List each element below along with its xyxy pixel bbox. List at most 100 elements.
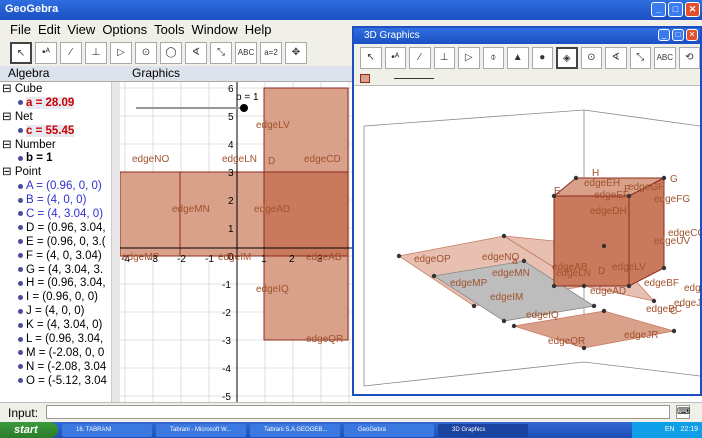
reflect-icon[interactable]: ⤡ [210,42,232,64]
circle-icon[interactable]: ⊙ [580,47,603,69]
algebra-item[interactable]: I = (0.96, 0, 0) [0,290,119,304]
3d-point[interactable] [661,175,667,181]
line-icon[interactable]: ⁄ [409,47,431,69]
reflect-icon[interactable]: ⤡ [629,47,652,69]
algebra-item[interactable]: H = (0.96, 3.04, [0,276,119,290]
3d-point[interactable] [651,298,657,304]
algebra-scrollbar[interactable] [111,82,120,402]
polygon-icon[interactable]: ▷ [458,47,480,69]
3d-graphics-window[interactable]: 3D Graphics _ □ ✕ ↖ •ᴬ ⁄ ⊥ ▷ ⌽ ▲ ● ◈ ⊙ ∢… [352,26,702,396]
menu-tools[interactable]: Tools [154,22,184,40]
3d-point[interactable] [581,283,587,289]
pyramid-icon[interactable]: ▲ [507,47,529,69]
taskbar-item[interactable]: 3D Graphics [438,423,528,437]
menu-options[interactable]: Options [102,22,147,40]
algebra-item[interactable]: B = (4, 0, 0) [0,193,119,207]
perpendicular-icon[interactable]: ⊥ [85,42,107,64]
visibility-dot-icon[interactable] [18,267,23,273]
visibility-dot-icon[interactable] [18,253,23,259]
3d-point[interactable] [501,318,507,324]
algebra-item[interactable]: E = (0.96, 0, 3.( [0,235,119,249]
collapse-icon[interactable]: ⊟ [2,83,15,95]
keyboard-icon[interactable]: ⌨ [676,405,690,419]
intersect-icon[interactable]: ⌽ [482,47,504,69]
menu-view[interactable]: View [67,22,95,40]
sphere-icon[interactable]: ● [531,47,553,69]
menu-file[interactable]: File [10,22,31,40]
visibility-dot-icon[interactable] [18,378,23,384]
3d-close-button[interactable]: ✕ [686,29,698,41]
3d-point[interactable] [511,323,517,329]
circle-3pt-icon[interactable]: ◯ [160,42,182,64]
graphics-view[interactable]: b = 1 -4 -3 -2 -1 1 2 3 6 5 4 3 2 1 0 -1 -2 -3 -4 -5 edgeL… [120,82,352,402]
circle-icon[interactable]: ⊙ [135,42,157,64]
line-style-icon[interactable] [394,78,434,79]
menu-window[interactable]: Window [191,22,237,40]
visibility-dot-icon[interactable] [18,280,23,286]
move-view-icon[interactable]: ✥ [285,42,307,64]
visibility-dot-icon[interactable] [18,225,23,231]
algebra-category[interactable]: ⊟ Point [0,165,119,179]
3d-minimize-button[interactable]: _ [658,29,670,41]
minimize-button[interactable]: _ [651,2,666,17]
move-icon[interactable]: ↖ [10,42,32,64]
collapse-icon[interactable]: ⊟ [2,139,15,151]
3d-maximize-button[interactable]: □ [672,29,684,41]
algebra-item[interactable]: J = (4, 0, 0) [0,304,119,318]
angle-icon[interactable]: ∢ [185,42,207,64]
taskbar-item[interactable]: Tabrani S.A GEOGEB... [250,423,340,437]
collapse-icon[interactable]: ⊟ [2,166,15,178]
taskbar-item[interactable]: Tabrani - Microsoft W... [156,423,246,437]
color-swatch-icon[interactable] [360,74,370,83]
visibility-dot-icon[interactable] [18,322,23,328]
algebra-item[interactable]: L = (0.96, 3.04, [0,332,119,346]
algebra-item[interactable]: N = (-2.08, 3.04 [0,360,119,374]
algebra-category[interactable]: ⊟ Number [0,138,119,152]
visibility-dot-icon[interactable] [18,364,23,370]
3d-point[interactable] [601,243,607,249]
visibility-dot-icon[interactable] [18,128,23,134]
text-tool-button[interactable]: ABC [654,47,676,69]
3d-point[interactable] [431,273,437,279]
visibility-dot-icon[interactable] [18,239,23,245]
3d-point[interactable] [626,283,632,289]
taskbar-item[interactable]: 16. TABRANI [62,423,152,437]
rotate-view-icon[interactable]: ⟲ [678,47,701,69]
algebra-item[interactable]: G = (4, 3.04, 3. [0,263,119,277]
3d-point[interactable] [551,283,557,289]
3d-point[interactable] [471,303,477,309]
close-button[interactable]: ✕ [685,2,700,17]
slider-handle[interactable] [240,104,248,112]
start-button[interactable]: start [0,422,58,438]
visibility-dot-icon[interactable] [18,308,23,314]
3d-canvas[interactable]: HE FGedgeEHedgeEFedgeGHedgeFGedgeDHedgeOP… [354,86,700,396]
algebra-item[interactable]: D = (0.96, 3.04, [0,221,119,235]
visibility-dot-icon[interactable] [18,100,23,106]
taskbar-item[interactable]: GeoGebra [344,423,434,437]
point-icon[interactable]: •ᴬ [35,42,57,64]
visibility-dot-icon[interactable] [18,183,23,189]
algebra-item[interactable]: O = (-5.12, 3.04 [0,374,119,388]
point-icon[interactable]: •ᴬ [384,47,406,69]
perpendicular-icon[interactable]: ⊥ [433,47,455,69]
3d-point[interactable] [396,253,402,259]
visibility-dot-icon[interactable] [18,155,23,161]
maximize-button[interactable]: □ [668,2,683,17]
3d-point[interactable] [671,328,677,334]
angle-icon[interactable]: ∢ [605,47,627,69]
visibility-dot-icon[interactable] [18,350,23,356]
3d-point[interactable] [661,265,667,271]
visibility-dot-icon[interactable] [18,294,23,300]
menu-edit[interactable]: Edit [38,22,60,40]
net-icon[interactable]: ◈ [556,47,578,69]
3d-point[interactable] [501,233,507,239]
menu-help[interactable]: Help [245,22,272,40]
visibility-dot-icon[interactable] [18,211,23,217]
3d-point[interactable] [591,303,597,309]
algebra-category[interactable]: ⊟ Net [0,110,119,124]
3d-point[interactable] [573,175,579,181]
input-field[interactable] [46,405,670,419]
polygon-icon[interactable]: ▷ [110,42,132,64]
algebra-item[interactable]: F = (4, 0, 3.04) [0,249,119,263]
algebra-item[interactable]: a = 28.09 [0,96,119,110]
